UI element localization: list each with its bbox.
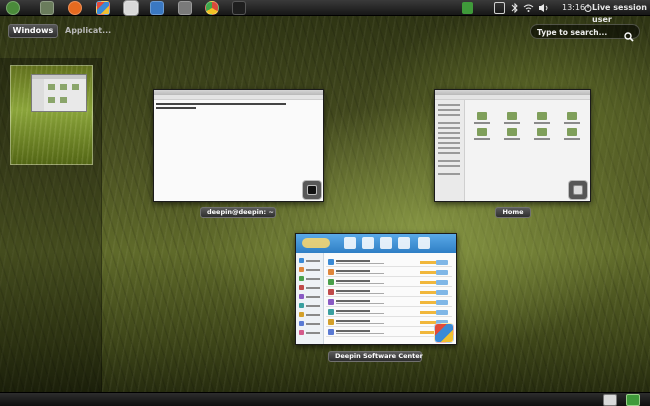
user-menu[interactable]: Live session user [592,2,650,24]
folder-icon [477,128,487,136]
folder-icon [567,112,577,120]
folder-icon [567,128,577,136]
download-nav-icon [418,237,430,249]
software-center-categories [296,253,324,344]
files-icon[interactable] [40,1,54,15]
folder-icon [537,128,547,136]
recommend-nav-icon [362,237,374,249]
list-item [326,288,452,297]
terminal-window-thumbnail[interactable] [153,89,324,202]
window-caption-software-center[interactable]: Deepin Software Center [328,351,423,362]
show-desktop-icon[interactable] [603,394,617,406]
update-tray-icon[interactable] [462,2,473,14]
window-caption-terminal[interactable]: deepin@deepin: ~ [200,207,276,218]
workspace-thumbnail[interactable] [10,65,93,165]
software-center-header [296,234,456,253]
terminal-text-line [156,103,286,105]
search-box [530,24,640,42]
firefox-icon[interactable] [68,1,82,15]
software-center-icon [434,323,454,343]
list-item [326,258,452,267]
window-menubar [154,95,323,100]
deepin-menu-icon[interactable] [6,1,20,15]
folder-icon [537,112,547,120]
clock[interactable]: 13:16 [562,2,585,14]
terminal-icon[interactable] [232,1,246,15]
chrome-icon[interactable] [205,1,219,15]
workspace-mini-window [31,74,87,112]
search-input[interactable] [537,26,627,38]
bluetooth-icon[interactable] [511,2,519,14]
windows-tab[interactable]: Windows [8,24,58,38]
software-center-logo [302,238,330,248]
file-manager-icon[interactable] [124,1,138,15]
mail-tray-icon[interactable] [494,2,505,14]
home-nav-icon [344,237,356,249]
list-item [326,298,452,307]
places-sidebar [435,100,465,201]
manage-nav-icon [398,237,410,249]
bottom-panel [0,392,650,406]
terminal-icon [302,180,322,200]
power-icon[interactable] [584,2,592,14]
applications-tab[interactable]: Applicat... [65,24,111,38]
folder-icon [507,112,517,120]
list-item [326,268,452,277]
media-player-icon[interactable] [178,1,192,15]
folder-icon [507,128,517,136]
search-icon[interactable] [624,27,634,42]
file-manager-icon [568,180,588,200]
software-center-icon[interactable] [96,1,110,15]
volume-icon[interactable] [538,2,550,14]
trash-icon[interactable] [626,394,640,406]
list-item [326,308,452,317]
folder-icon [477,112,487,120]
updates-nav-icon [380,237,392,249]
top-panel: 13:16 Live session user [0,0,650,24]
screenshot-icon[interactable] [150,1,164,15]
list-item [326,278,452,287]
window-caption-home[interactable]: Home [495,207,531,218]
wifi-icon[interactable] [523,2,534,14]
software-center-window-thumbnail[interactable] [295,233,457,345]
terminal-text-line [156,107,196,109]
